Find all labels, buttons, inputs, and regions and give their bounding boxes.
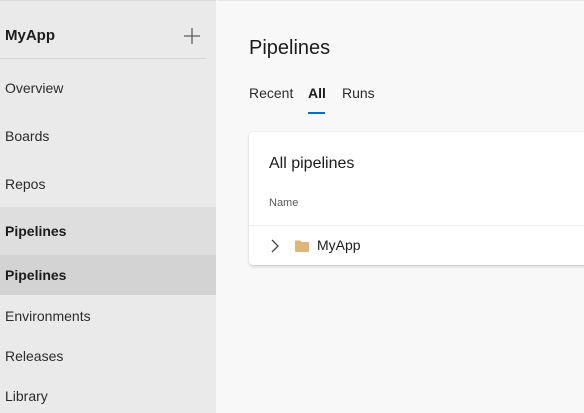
page-title: Pipelines xyxy=(249,37,331,59)
sidebar-item-pipelines[interactable]: Pipelines xyxy=(0,255,216,295)
sidebar-item-boards[interactable]: Boards xyxy=(0,116,216,156)
sidebar-item-repos[interactable]: Repos xyxy=(0,164,216,204)
row-name[interactable]: MyApp xyxy=(317,237,361,253)
sidebar: MyApp Overview Boards Repos Pipelines Pi… xyxy=(0,0,216,413)
sidebar-item-overview[interactable]: Overview xyxy=(0,68,216,108)
tab-all[interactable]: All xyxy=(308,85,326,101)
tab-recent[interactable]: Recent xyxy=(249,85,293,101)
sidebar-item-library[interactable]: Library xyxy=(0,376,216,413)
sidebar-item-environments[interactable]: Environments xyxy=(0,296,216,336)
pipelines-card: All pipelines Name MyApp xyxy=(249,132,584,265)
sidebar-header: MyApp xyxy=(0,11,206,59)
plus-icon[interactable] xyxy=(183,27,201,45)
tab-runs[interactable]: Runs xyxy=(342,85,375,101)
table-row[interactable]: MyApp xyxy=(249,226,584,265)
column-header-name[interactable]: Name xyxy=(269,197,298,209)
active-tab-indicator xyxy=(308,112,325,114)
app-window: MyApp Overview Boards Repos Pipelines Pi… xyxy=(0,0,584,413)
main-content: Pipelines Recent All Runs All pipelines … xyxy=(217,0,584,413)
sidebar-item-pipelines-section[interactable]: Pipelines xyxy=(0,207,216,255)
chevron-right-icon[interactable] xyxy=(269,239,281,253)
folder-icon xyxy=(295,240,309,252)
sidebar-item-releases[interactable]: Releases xyxy=(0,336,216,376)
project-name[interactable]: MyApp xyxy=(5,27,55,44)
card-title: All pipelines xyxy=(269,155,355,172)
